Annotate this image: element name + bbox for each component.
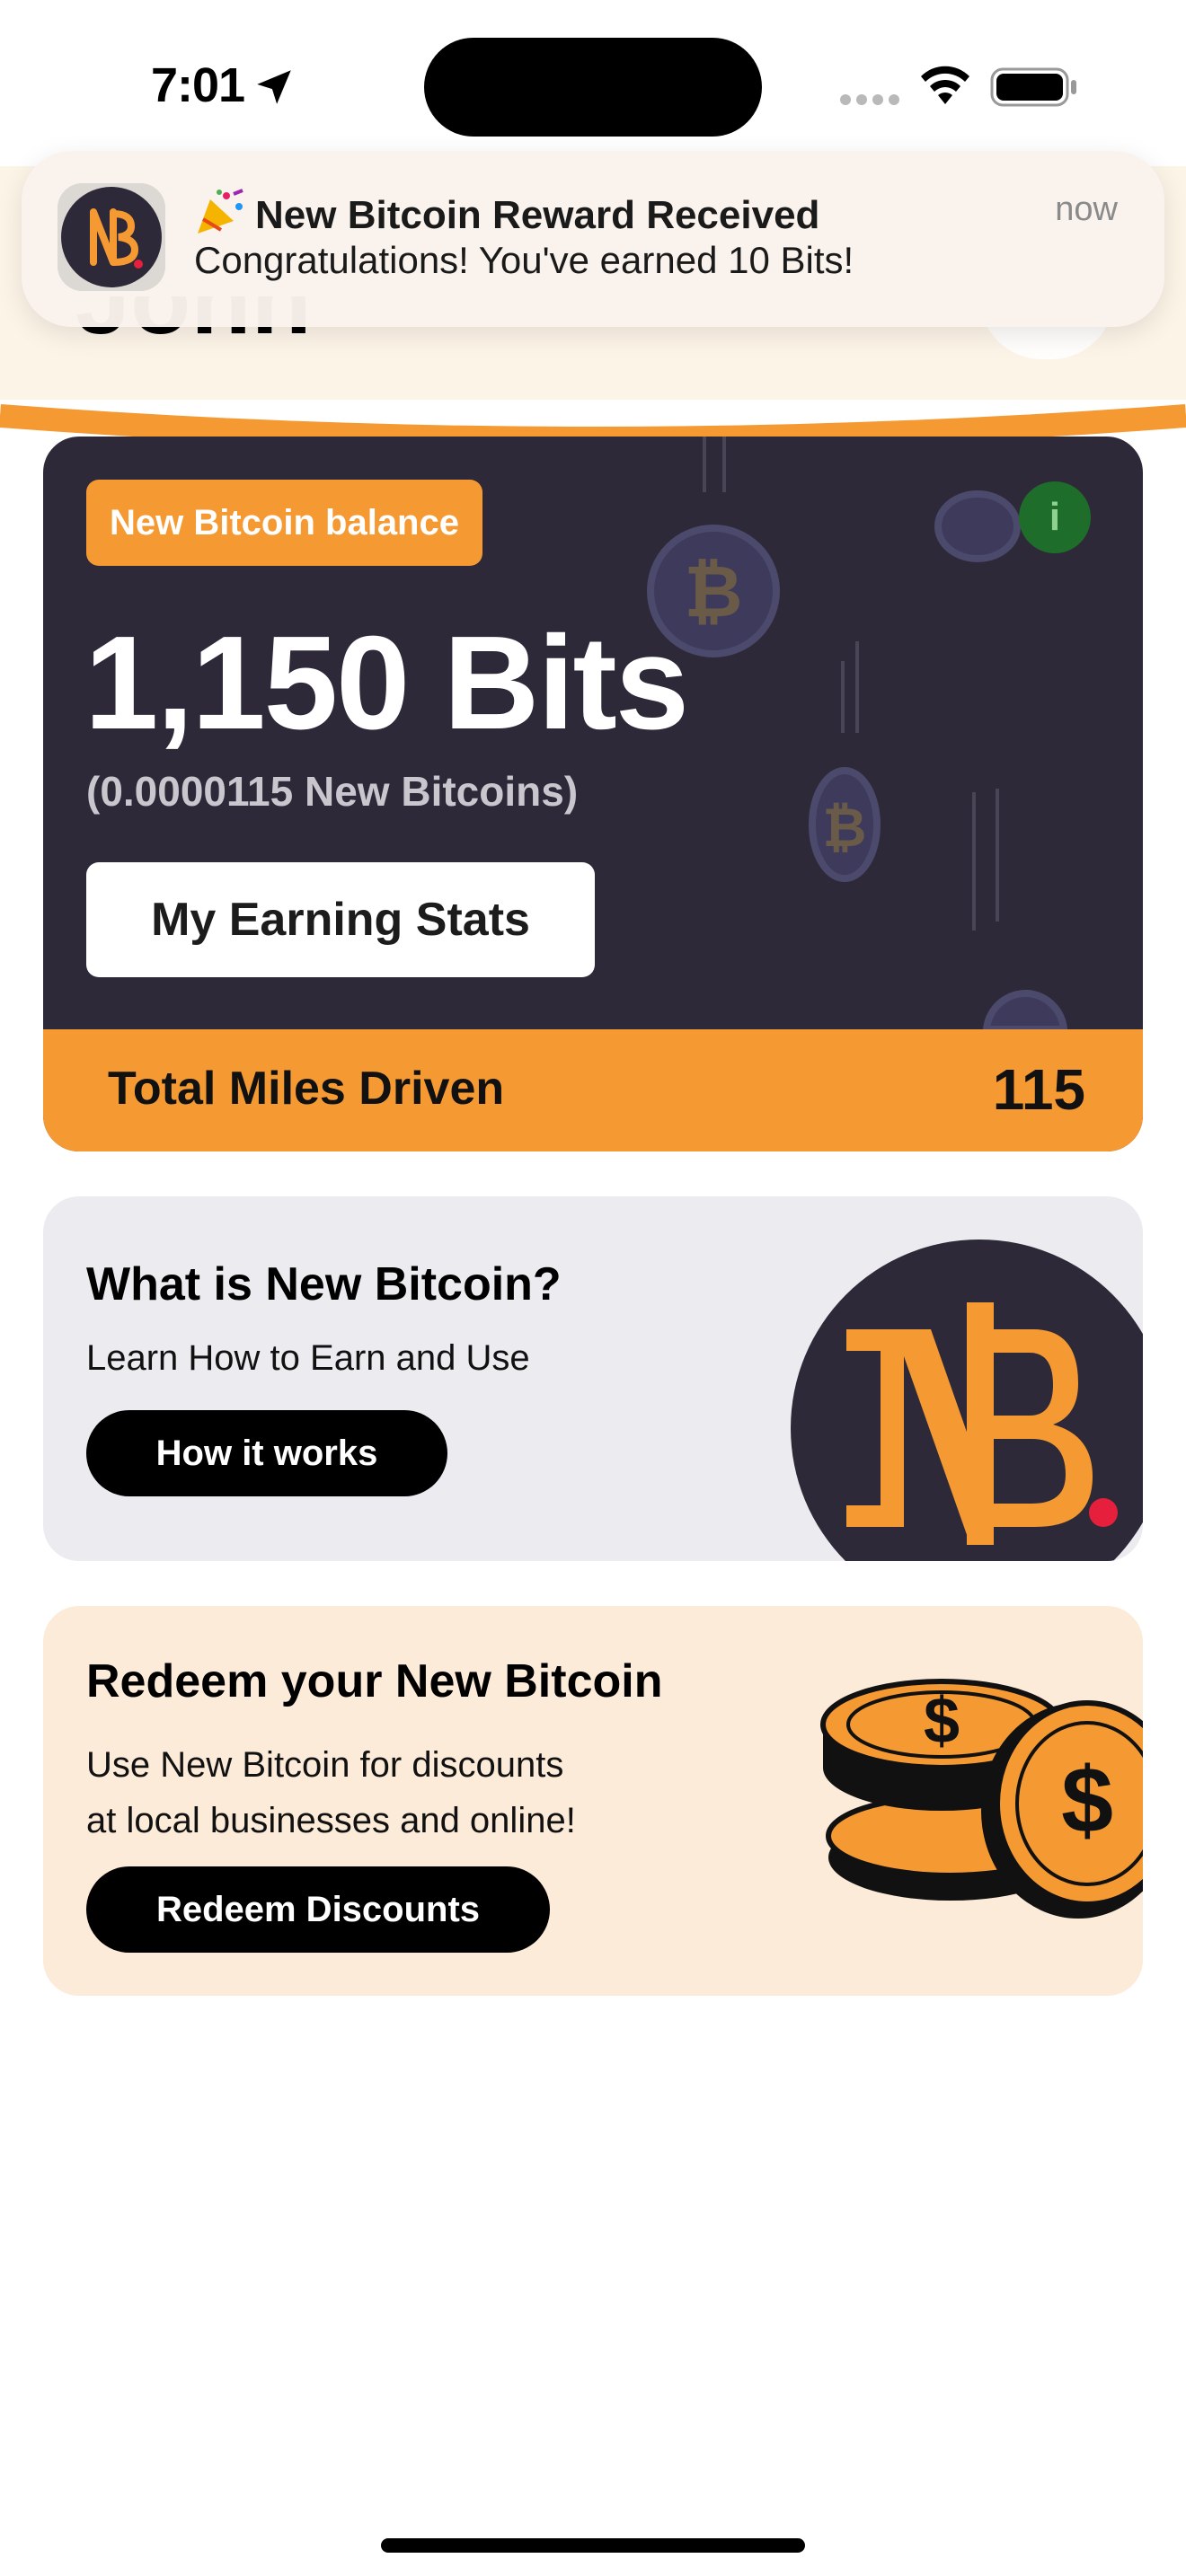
- cellular-signal-icon: [840, 94, 899, 105]
- balance-card: ₿ ₿ New Bitcoin balance i 1,150 Bits (0.…: [43, 437, 1143, 1151]
- miles-label: Total Miles Driven: [108, 1063, 505, 1115]
- new-bitcoin-logo-icon: [791, 1239, 1143, 1561]
- info-button[interactable]: i: [1019, 481, 1091, 553]
- svg-text:$: $: [1061, 1749, 1113, 1853]
- info-card-subtitle: Learn How to Earn and Use: [86, 1338, 530, 1378]
- notification-title-text: New Bitcoin Reward Received: [255, 193, 820, 237]
- reward-notification[interactable]: New Bitcoin Reward Received Congratulati…: [22, 151, 1164, 327]
- dynamic-island: [424, 38, 762, 137]
- location-arrow-icon: [257, 70, 291, 104]
- notification-title: New Bitcoin Reward Received: [194, 189, 819, 238]
- svg-text:$: $: [924, 1685, 960, 1757]
- party-popper-icon: [198, 189, 243, 234]
- balance-amount: 1,150 Bits: [84, 609, 689, 757]
- svg-text:₿: ₿: [684, 551, 742, 631]
- how-it-works-button[interactable]: How it works: [86, 1410, 447, 1496]
- redeem-card: Redeem your New Bitcoin Use New Bitcoin …: [43, 1606, 1143, 1996]
- home-indicator[interactable]: [381, 2538, 805, 2553]
- balance-badge: New Bitcoin balance: [86, 480, 482, 566]
- redeem-discounts-button[interactable]: Redeem Discounts: [86, 1866, 550, 1953]
- status-time: 7:01: [151, 58, 245, 112]
- battery-icon: [990, 67, 1076, 107]
- coins-stack-icon: $ $: [820, 1679, 1143, 1919]
- what-is-new-bitcoin-card: What is New Bitcoin? Learn How to Earn a…: [43, 1196, 1143, 1561]
- notification-body: Congratulations! You've earned 10 Bits!: [194, 239, 854, 281]
- miles-value: 115: [992, 1057, 1085, 1122]
- redeem-card-title: Redeem your New Bitcoin: [86, 1655, 663, 1707]
- new-bitcoin-logo-icon: [58, 183, 165, 291]
- redeem-subtitle-line-2: at local businesses and online!: [86, 1801, 576, 1840]
- svg-text:₿: ₿: [823, 798, 867, 858]
- balance-btc-amount: (0.0000115 New Bitcoins): [86, 768, 579, 815]
- wifi-icon: [921, 66, 969, 104]
- notification-time: now: [1055, 190, 1118, 228]
- info-card-title: What is New Bitcoin?: [86, 1258, 562, 1310]
- total-miles-bar: Total Miles Driven 115: [43, 1029, 1143, 1151]
- my-earning-stats-button[interactable]: My Earning Stats: [86, 862, 595, 977]
- redeem-subtitle-line-1: Use New Bitcoin for discounts: [86, 1745, 564, 1785]
- redeem-card-subtitle: Use New Bitcoin for discounts at local b…: [86, 1737, 576, 1848]
